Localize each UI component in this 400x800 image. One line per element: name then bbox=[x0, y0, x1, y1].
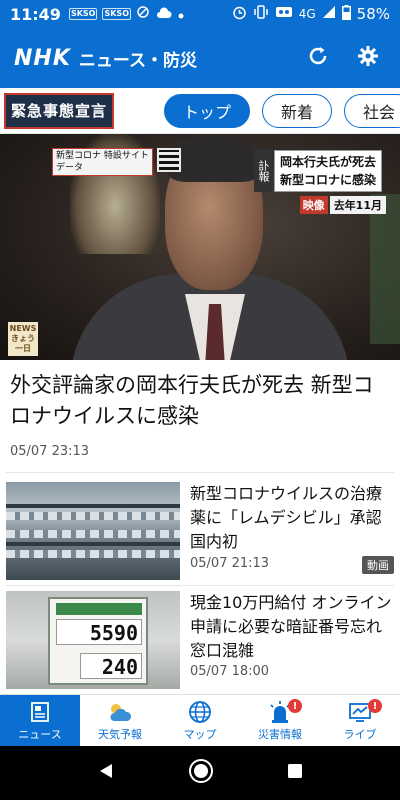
divider bbox=[6, 585, 394, 586]
status-system-icons: 4G 58% bbox=[232, 4, 390, 24]
signal-icon bbox=[322, 5, 336, 23]
cloud-icon bbox=[156, 5, 172, 23]
video-badge: 動画 bbox=[362, 556, 394, 574]
gear-icon bbox=[357, 45, 379, 71]
hero-corona-site-label: 新型コロナ 特設サイト データ bbox=[52, 148, 181, 176]
headline-date: 05/07 23:13 bbox=[10, 444, 90, 459]
caption-line1: 岡本行夫氏が死去 bbox=[279, 155, 376, 169]
hero-footage-date: 映像 去年11月 bbox=[299, 196, 386, 214]
article-thumbnail-counter: 5590 240 bbox=[6, 591, 180, 689]
corona-site-box: 新型コロナ 特設サイト データ bbox=[52, 148, 153, 176]
tab-top[interactable]: トップ bbox=[164, 93, 251, 128]
caption-line2: 新型コロナに感染 bbox=[279, 173, 376, 187]
home-icon[interactable] bbox=[188, 758, 214, 788]
nav-news-label: ニュース bbox=[18, 727, 62, 741]
counter-number-2: 240 bbox=[80, 653, 142, 679]
live-alert-badge: ! bbox=[368, 699, 382, 713]
thumb-vials-row bbox=[6, 550, 180, 558]
footage-tag: 映像 bbox=[299, 196, 328, 214]
person-hair bbox=[168, 136, 260, 182]
notification-badge-1: SKSO bbox=[68, 8, 98, 20]
app-bar: NHK ニュース・防災 bbox=[0, 28, 400, 88]
app-screen: 11:49 SKSO SKSO 4G 58% NHK ニュース・防災 緊急事態宣… bbox=[0, 0, 400, 800]
divider bbox=[6, 472, 394, 473]
vibrate-icon bbox=[253, 5, 269, 23]
nav-weather-label: 天気予報 bbox=[98, 727, 142, 741]
thumb-rail bbox=[6, 542, 180, 546]
hero-shelf bbox=[370, 194, 400, 344]
caption-text: 岡本行夫氏が死去 新型コロナに感染 bbox=[273, 150, 382, 192]
globe-icon bbox=[186, 700, 214, 724]
nav-disaster[interactable]: ! 災害情報 bbox=[240, 695, 320, 746]
back-icon[interactable] bbox=[96, 761, 116, 785]
nav-weather[interactable]: 天気予報 bbox=[80, 695, 160, 746]
thumb-rail bbox=[6, 504, 180, 508]
caption-label: 訃報 bbox=[253, 150, 272, 192]
battery-icon bbox=[341, 4, 351, 24]
disaster-alert-badge: ! bbox=[288, 699, 302, 713]
qr-code-icon bbox=[156, 148, 181, 172]
article-title: 新型コロナウイルスの治療薬に「レムデシビル」承認 国内初 bbox=[190, 484, 383, 551]
footage-date: 去年11月 bbox=[329, 196, 386, 214]
system-navigation-bar bbox=[0, 746, 400, 800]
network-type: 4G bbox=[298, 7, 316, 21]
recents-icon[interactable] bbox=[286, 762, 304, 784]
list-item[interactable]: 新型コロナウイルスの治療薬に「レムデシビル」承認 国内初 05/07 21:13… bbox=[0, 482, 400, 590]
emergency-declaration-banner[interactable]: 緊急事態宣言 bbox=[4, 92, 115, 129]
counter-number: 5590 bbox=[56, 619, 142, 645]
sync-icon bbox=[136, 5, 150, 23]
nav-disaster-label: 災害情報 bbox=[258, 727, 302, 741]
status-time: 11:49 bbox=[10, 4, 61, 24]
dot-icon bbox=[178, 5, 184, 23]
tab-latest[interactable]: 新着 bbox=[262, 93, 333, 128]
bottom-navigation: ニュース 天気予報 マップ ! 災害情報 ! ライブ bbox=[0, 694, 400, 746]
article-date: 05/07 18:00 bbox=[190, 664, 270, 679]
article-thumbnail-factory bbox=[6, 482, 180, 580]
refresh-icon bbox=[307, 45, 329, 71]
nav-map-label: マップ bbox=[183, 727, 217, 741]
notification-badge-2: SKSO bbox=[102, 8, 131, 20]
voicemail-icon bbox=[275, 5, 293, 23]
nav-map[interactable]: マップ bbox=[160, 695, 240, 746]
category-tabs: 緊急事態宣言 トップ 新着 社会 bbox=[0, 88, 400, 134]
corona-site-line1: 新型コロナ 特設サイト bbox=[56, 151, 149, 161]
news-icon bbox=[26, 700, 54, 724]
article-title: 現金10万円給付 オンライン申請に必要な暗証番号忘れ窓口混雑 bbox=[190, 593, 392, 660]
thumb-vials-row bbox=[6, 512, 180, 520]
nav-news[interactable]: ニュース bbox=[0, 695, 80, 746]
corona-site-line2: データ bbox=[56, 163, 84, 173]
headline-title[interactable]: 外交評論家の岡本行夫氏が死去 新型コロナウイルスに感染 bbox=[10, 370, 394, 432]
nhk-logo[interactable]: NHK bbox=[14, 46, 71, 71]
battery-percent: 58% bbox=[356, 5, 390, 23]
app-title: ニュース・防災 bbox=[78, 50, 198, 71]
nav-live-label: ライブ bbox=[343, 727, 377, 741]
refresh-button[interactable] bbox=[300, 40, 336, 76]
weather-icon bbox=[106, 700, 134, 724]
thumb-vials-row bbox=[6, 530, 180, 538]
news-program-logo: NEWS きょう一日 bbox=[8, 322, 38, 356]
hero-caption: 訃報 岡本行夫氏が死去 新型コロナに感染 bbox=[253, 150, 382, 192]
list-item[interactable]: 5590 240 現金10万円給付 オンライン申請に必要な暗証番号忘れ窓口混雑 … bbox=[0, 591, 400, 699]
article-date: 05/07 21:13 bbox=[190, 556, 270, 571]
tab-society[interactable]: 社会 bbox=[344, 93, 400, 128]
settings-button[interactable] bbox=[350, 40, 386, 76]
hero-image[interactable]: 新型コロナ 特設サイト データ 訃報 岡本行夫氏が死去 新型コロナに感染 映像 … bbox=[0, 134, 400, 360]
counter-sign-header bbox=[56, 603, 142, 615]
nav-live[interactable]: ! ライブ bbox=[320, 695, 400, 746]
status-bar: 11:49 SKSO SKSO 4G 58% bbox=[0, 0, 400, 28]
counter-sign: 5590 240 bbox=[48, 597, 148, 685]
status-notification-icons: SKSO SKSO bbox=[68, 5, 184, 23]
alarm-icon bbox=[232, 5, 247, 24]
